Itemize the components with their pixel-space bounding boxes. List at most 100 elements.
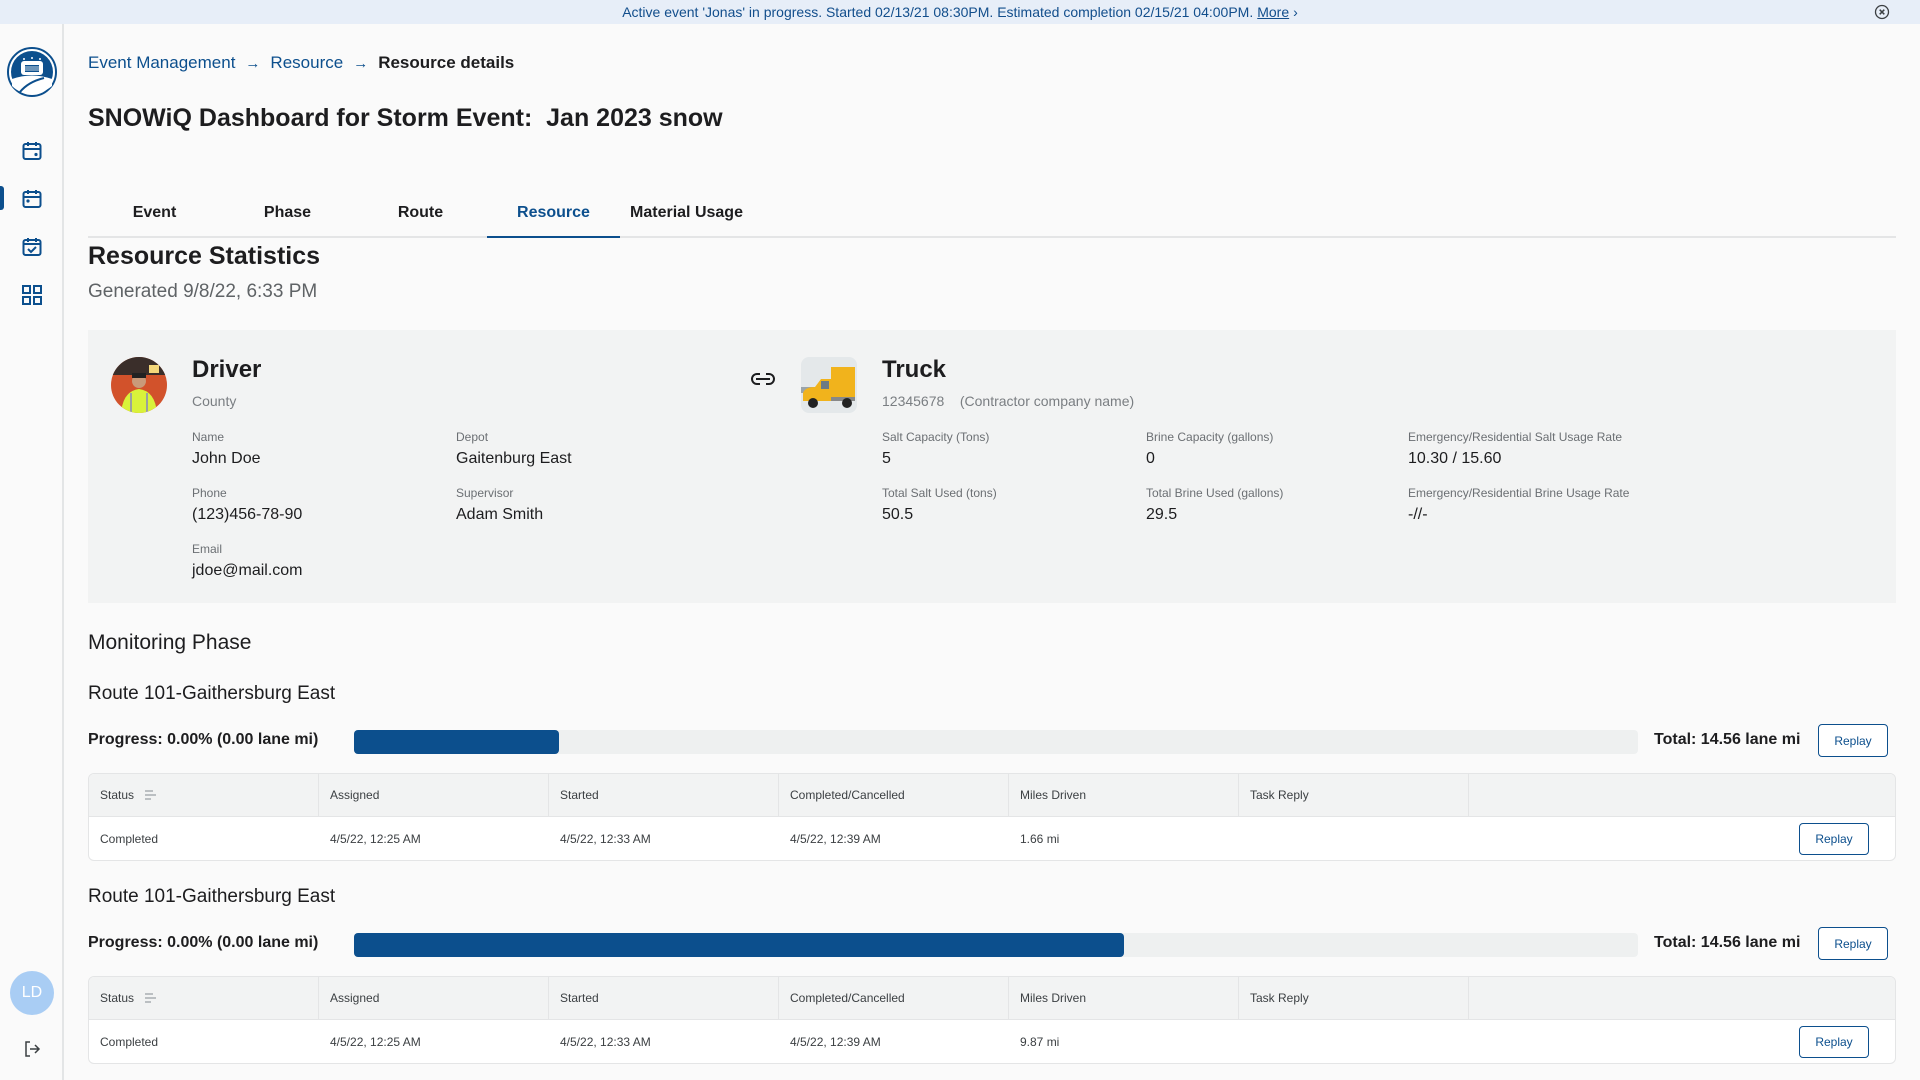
driver-subtitle: County <box>192 393 237 409</box>
breadcrumb: Event Management → Resource → Resource d… <box>88 53 514 73</box>
table-row: Completed 4/5/22, 12:25 AM 4/5/22, 12:33… <box>89 817 1895 860</box>
column-header-miles: Miles Driven <box>1009 977 1239 1019</box>
field-label: Name <box>192 430 225 444</box>
field-value: 0 <box>1146 450 1155 467</box>
field-label: Phone <box>192 486 227 500</box>
row-replay-button[interactable]: Replay <box>1799 823 1869 855</box>
cell-task-reply <box>1239 1020 1469 1063</box>
sort-icon[interactable] <box>144 789 158 801</box>
progress-bar <box>354 933 1638 957</box>
sidebar: LD <box>0 24 64 1080</box>
row-replay-button[interactable]: Replay <box>1799 1026 1869 1058</box>
tab-route[interactable]: Route <box>354 176 487 236</box>
breadcrumb-resource[interactable]: Resource <box>270 53 343 73</box>
truck-title: Truck <box>882 356 947 383</box>
column-header-completed: Completed/Cancelled <box>779 977 1009 1019</box>
column-header-task-reply: Task Reply <box>1239 774 1469 816</box>
field-label: Depot <box>456 430 489 444</box>
field-label: Supervisor <box>456 486 514 500</box>
column-header-started: Started <box>549 977 779 1019</box>
field-label: Emergency/Residential Brine Usage Rate <box>1408 486 1630 500</box>
close-circle-icon[interactable] <box>1874 4 1890 20</box>
task-table: Status Assigned Started Completed/Cancel… <box>88 773 1896 861</box>
progress-label: Progress: 0.00% (0.00 lane mi) <box>88 934 319 951</box>
truck-photo <box>801 357 857 413</box>
column-header-actions <box>1469 977 1895 1019</box>
route-replay-button[interactable]: Replay <box>1818 927 1888 960</box>
field-value: 10.30 / 15.60 <box>1408 450 1502 467</box>
field-label: Emergency/Residential Salt Usage Rate <box>1408 430 1623 444</box>
cell-completed: 4/5/22, 12:39 AM <box>790 832 881 846</box>
column-header-assigned: Assigned <box>319 774 549 816</box>
resource-statistics-title: Resource Statistics <box>88 242 321 270</box>
cell-miles: 1.66 mi <box>1020 832 1060 846</box>
user-avatar[interactable]: LD <box>10 971 54 1015</box>
brine-usage-rate-field: Emergency/Residential Brine Usage Rate -… <box>1408 486 1629 524</box>
cell-completed: 4/5/22, 12:39 AM <box>790 1035 881 1049</box>
user-initials: LD <box>21 984 43 1001</box>
banner-message: Active event 'Jonas' in progress. Starte… <box>622 4 1254 20</box>
truck-subtitle: 12345678 (Contractor company name) <box>882 393 1135 409</box>
table-header: Status Assigned Started Completed/Cancel… <box>89 977 1895 1020</box>
tab-resource[interactable]: Resource <box>487 176 620 238</box>
driver-photo <box>111 357 167 413</box>
route-title: Route 101-Gaithersburg East <box>88 886 336 907</box>
field-value: Gaitenburg East <box>456 450 572 467</box>
driver-supervisor-field: Supervisor Adam Smith <box>456 486 543 524</box>
column-header-status[interactable]: Status <box>89 774 319 816</box>
field-label: Salt Capacity (Tons) <box>882 430 990 444</box>
progress-bar-fill <box>354 730 560 754</box>
calendar-check-icon[interactable] <box>21 236 43 258</box>
field-value: jdoe@mail.com <box>192 562 303 579</box>
route-replay-button[interactable]: Replay <box>1818 724 1888 757</box>
resource-panel: Driver County Name John Doe Depot Gaiten… <box>88 330 1896 603</box>
cell-assigned: 4/5/22, 12:25 AM <box>330 832 421 846</box>
banner-more-link[interactable]: More <box>1257 4 1289 20</box>
salt-usage-rate-field: Emergency/Residential Salt Usage Rate 10… <box>1408 430 1622 468</box>
tab-event[interactable]: Event <box>88 176 221 236</box>
cell-started: 4/5/22, 12:33 AM <box>560 1035 651 1049</box>
task-table: Status Assigned Started Completed/Cancel… <box>88 976 1896 1064</box>
link-icon <box>751 373 775 385</box>
logout-icon[interactable] <box>22 1039 42 1059</box>
driver-phone-field: Phone (123)456-78-90 <box>192 486 302 524</box>
route-progress-row: Progress: 0.00% (0.00 lane mi) Total: 14… <box>88 724 1896 757</box>
column-header-status[interactable]: Status <box>89 977 319 1019</box>
snowiq-logo[interactable] <box>6 46 58 98</box>
calendar-event-icon[interactable] <box>21 188 43 210</box>
arrow-right-icon: → <box>353 54 369 72</box>
progress-label: Progress: 0.00% (0.00 lane mi) <box>88 731 319 748</box>
driver-name-field: Name John Doe <box>192 430 261 468</box>
table-row: Completed 4/5/22, 12:25 AM 4/5/22, 12:33… <box>89 1020 1895 1063</box>
total-brine-used-field: Total Brine Used (gallons) 29.5 <box>1146 486 1283 524</box>
column-header-miles: Miles Driven <box>1009 774 1239 816</box>
breadcrumb-event-management[interactable]: Event Management <box>88 53 235 73</box>
field-value: 29.5 <box>1146 506 1178 523</box>
brine-capacity-field: Brine Capacity (gallons) 0 <box>1146 430 1273 468</box>
cell-miles: 9.87 mi <box>1020 1035 1060 1049</box>
column-header-assigned: Assigned <box>319 977 549 1019</box>
cell-task-reply <box>1239 817 1469 860</box>
route-title: Route 101-Gaithersburg East <box>88 683 336 704</box>
active-event-banner: Active event 'Jonas' in progress. Starte… <box>0 0 1920 24</box>
cell-started: 4/5/22, 12:33 AM <box>560 832 651 846</box>
driver-depot-field: Depot Gaitenburg East <box>456 430 572 468</box>
tab-material-usage[interactable]: Material Usage <box>620 176 753 236</box>
column-header-completed: Completed/Cancelled <box>779 774 1009 816</box>
field-label: Email <box>192 542 223 556</box>
tab-phase[interactable]: Phase <box>221 176 354 236</box>
calendar-icon[interactable] <box>21 140 43 162</box>
driver-title: Driver <box>192 356 262 383</box>
field-value: John Doe <box>192 450 261 467</box>
total-lane-miles: Total: 14.56 lane mi <box>1654 731 1801 748</box>
grid-icon[interactable] <box>21 284 43 306</box>
salt-capacity-field: Salt Capacity (Tons) 5 <box>882 430 989 468</box>
field-label: Brine Capacity (gallons) <box>1146 430 1274 444</box>
field-value: Adam Smith <box>456 506 544 523</box>
breadcrumb-current: Resource details <box>378 53 515 72</box>
driver-email-field: Email jdoe@mail.com <box>192 542 303 580</box>
total-salt-used-field: Total Salt Used (tons) 50.5 <box>882 486 997 524</box>
progress-bar <box>354 730 1638 754</box>
header-label: Status <box>100 991 135 1005</box>
sort-icon[interactable] <box>144 992 158 1004</box>
